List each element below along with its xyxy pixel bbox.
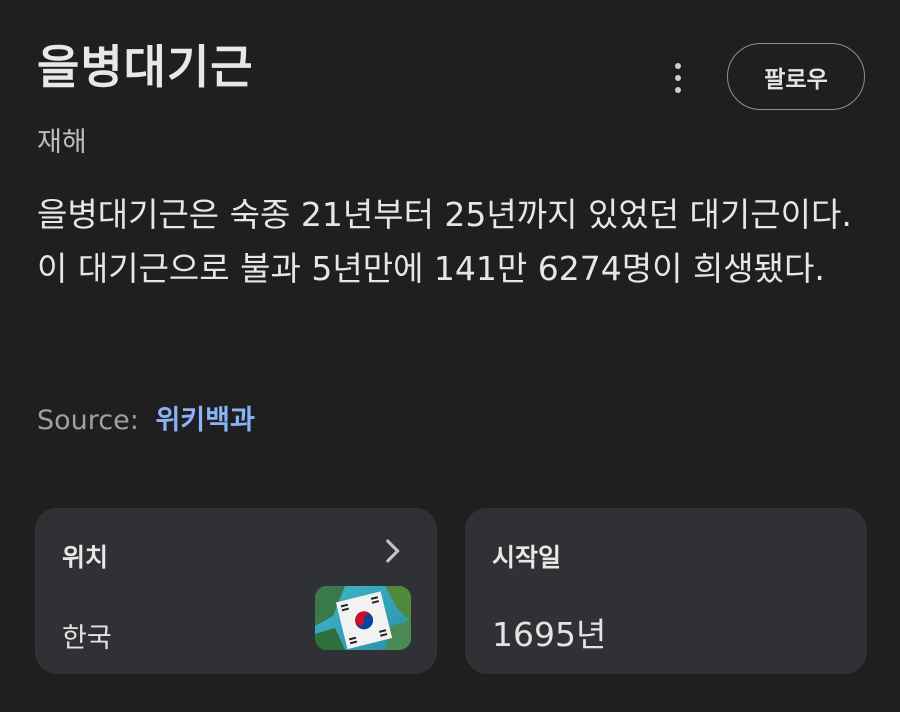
location-label: 위치 xyxy=(62,543,109,572)
source-label: Source xyxy=(37,405,130,436)
start-date-value: 1695년 xyxy=(492,615,607,654)
source-line: Source: 위키백과 xyxy=(37,398,255,437)
chevron-right-icon xyxy=(386,539,400,563)
entity-type-subtitle: 재해 xyxy=(37,127,87,158)
location-value: 한국 xyxy=(62,623,112,654)
start-date-label: 시작일 xyxy=(492,543,562,572)
page-title: 을병대기근 xyxy=(37,40,254,94)
description-text: 을병대기근은 숙종 21년부터 25년까지 있었던 대기근이다. 이 대기근으로… xyxy=(37,195,852,288)
location-card[interactable]: 위치 한국 xyxy=(35,508,437,674)
knowledge-panel: 을병대기근 재해 팔로우 을병대기근은 숙종 21년부터 25년까지 있었던 대… xyxy=(0,0,900,712)
follow-button[interactable]: 팔로우 xyxy=(727,43,865,110)
source-separator: : xyxy=(129,405,139,436)
korea-flag-thumbnail xyxy=(315,586,411,650)
source-link[interactable]: 위키백과 xyxy=(155,405,254,436)
start-date-card: 시작일 1695년 xyxy=(465,508,867,674)
more-options-button[interactable] xyxy=(660,58,696,98)
more-vert-icon xyxy=(675,63,681,69)
